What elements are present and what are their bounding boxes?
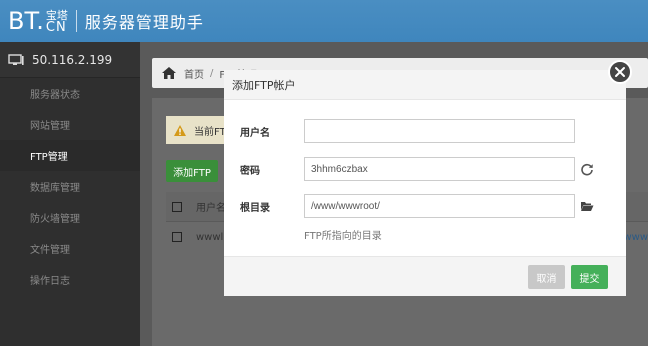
row-checkbox[interactable] xyxy=(172,232,182,242)
rootdir-label: 根目录 xyxy=(240,202,270,214)
sidebar-item-ftp[interactable]: FTP管理 xyxy=(0,140,140,171)
sidebar-item-label: 操作日志 xyxy=(30,276,70,287)
breadcrumb-separator: / xyxy=(210,67,214,79)
refresh-icon[interactable] xyxy=(580,162,594,176)
password-label: 密码 xyxy=(240,165,260,177)
logo-bt-text: BT. xyxy=(8,7,44,35)
sidebar-item-label: FTP管理 xyxy=(30,152,68,163)
logo-cn-bottom: CN xyxy=(45,20,67,35)
sidebar-item-database[interactable]: 数据库管理 xyxy=(0,171,140,202)
modal-close-button[interactable] xyxy=(608,60,632,84)
rootdir-input[interactable] xyxy=(304,194,575,218)
modal-footer: 取消 提交 xyxy=(224,256,626,296)
add-ftp-button[interactable]: 添加FTP xyxy=(166,160,218,182)
home-icon[interactable] xyxy=(162,67,176,79)
sidebar-item-label: 文件管理 xyxy=(30,245,70,256)
close-icon xyxy=(615,67,625,77)
submit-button[interactable]: 提交 xyxy=(571,265,608,289)
sidebar-item-logs[interactable]: 操作日志 xyxy=(0,264,140,295)
bt-logo[interactable]: BT. 宝塔 CN 服务器管理助手 xyxy=(8,6,204,36)
logo-cn-stack: 宝塔 CN xyxy=(45,10,68,35)
rootdir-hint: FTP所指向的目录 xyxy=(304,231,382,242)
app-title: 服务器管理助手 xyxy=(84,13,204,32)
folder-open-icon[interactable] xyxy=(580,199,594,213)
sidebar-item-server-status[interactable]: 服务器状态 xyxy=(0,78,140,109)
sidebar-item-firewall[interactable]: 防火墙管理 xyxy=(0,202,140,233)
sidebar-item-label: 服务器状态 xyxy=(30,90,80,101)
select-all-checkbox[interactable] xyxy=(172,201,182,212)
warning-text: 当前FT xyxy=(194,126,226,138)
sidebar-item-label: 防火墙管理 xyxy=(30,214,80,225)
server-ip: 50.116.2.199 xyxy=(32,52,113,67)
sidebar-item-files[interactable]: 文件管理 xyxy=(0,233,140,264)
column-header-user: 用户名 xyxy=(196,203,226,214)
username-input[interactable] xyxy=(304,119,575,143)
warning-icon xyxy=(174,124,186,136)
monitor-icon xyxy=(8,53,24,65)
username-label: 用户名 xyxy=(240,127,270,139)
modal-title: 添加FTP帐户 xyxy=(232,78,296,92)
password-input[interactable] xyxy=(304,157,575,181)
server-ip-row[interactable]: 50.116.2.199 xyxy=(0,42,140,78)
add-ftp-modal: 添加FTP帐户 用户名 密码 根目录 FTP所指向的目录 取消 提交 xyxy=(224,70,626,296)
breadcrumb-home[interactable]: 首页 xyxy=(184,66,204,81)
sidebar-item-label: 网站管理 xyxy=(30,121,70,132)
top-header: BT. 宝塔 CN 服务器管理助手 xyxy=(0,0,648,42)
row-username: wwwl xyxy=(196,231,224,243)
sidebar-item-website[interactable]: 网站管理 xyxy=(0,109,140,140)
sidebar: 50.116.2.199 服务器状态 网站管理 FTP管理 数据库管理 防火墙管… xyxy=(0,42,140,346)
sidebar-item-label: 数据库管理 xyxy=(30,183,80,194)
modal-header: 添加FTP帐户 xyxy=(224,70,626,100)
logo-divider xyxy=(75,10,77,32)
cancel-button[interactable]: 取消 xyxy=(528,265,565,289)
